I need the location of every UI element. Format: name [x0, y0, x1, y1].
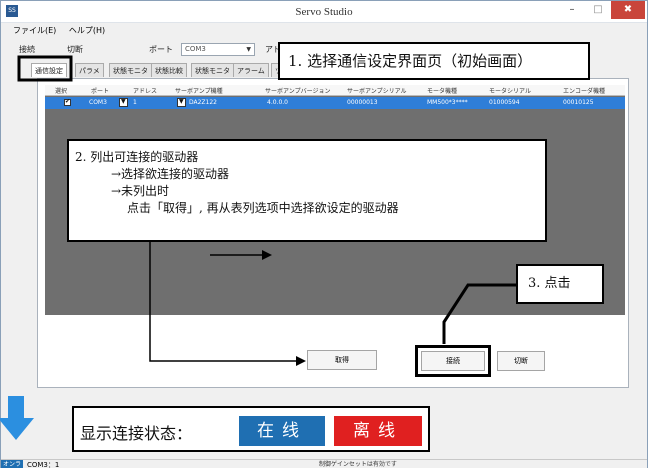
close-button[interactable]: ✖ — [611, 1, 645, 19]
cell-motor-model: MM500*3**** — [427, 99, 468, 106]
col-amp-serial: サーボアンプシリアル — [347, 88, 407, 95]
toolbar-connect-button[interactable]: 接続 — [19, 44, 35, 55]
step2-line1: →选择欲连接的驱动器 — [111, 167, 230, 181]
menu-bar: ファイル(E) ヘルプ(H) — [13, 25, 115, 39]
step2-line3: 点击「取得」, 再从表列选项中选择欲设定的驱动器 — [127, 201, 399, 215]
col-encoder-model: エンコーダ機種 — [563, 88, 606, 95]
status-message: 制御ゲインセットは有効です — [319, 461, 397, 468]
acquire-button[interactable]: 取得 — [307, 350, 377, 370]
title-bar: SS Servo Studio – □ ✖ — [1, 1, 647, 23]
chevron-down-icon: ▼ — [246, 46, 251, 53]
status-port: COM3：1 — [27, 461, 60, 468]
cell-motor-serial: 01000594 — [489, 99, 520, 106]
step2-line2: →未列出时 — [111, 184, 170, 198]
port-select[interactable]: COM3 ▼ — [181, 43, 255, 56]
minimize-button[interactable]: – — [559, 1, 585, 19]
table-row[interactable]: COM3 1 DA2Z122 4.0.0.0 00000013 MM500*3*… — [45, 97, 625, 109]
cell-address: 1 — [133, 99, 137, 106]
col-select: 選択 — [55, 88, 68, 95]
grid-header: 選択 ポート アドレス サーボアンプ機種 サーボアンプバージョン サーボアンプシ… — [45, 85, 625, 96]
step2-title: 2. 列出可连接的驱动器 — [75, 150, 199, 164]
menu-help[interactable]: ヘルプ(H) — [69, 25, 105, 36]
callout-step1: 1. 选择通信设定界面页（初始画面） — [278, 42, 590, 80]
tab-status-compare[interactable]: 状態比較 — [151, 63, 187, 77]
callout-step3: 3. 点击 — [516, 264, 604, 304]
tab-communication[interactable]: 通信設定 — [31, 63, 67, 77]
connect-button[interactable]: 接続 — [421, 351, 485, 371]
menu-file[interactable]: ファイル(E) — [13, 25, 56, 36]
cell-encoder-model: 00010125 — [563, 99, 594, 106]
toolbar-port-label: ポート — [149, 45, 173, 54]
cell-amp-serial: 00000013 — [347, 99, 378, 106]
tab-alarm[interactable]: アラーム — [233, 63, 269, 77]
cell-amp-model: DA2Z122 — [189, 99, 217, 106]
maximize-button[interactable]: □ — [585, 1, 611, 19]
disconnect-button[interactable]: 切断 — [497, 351, 545, 371]
connection-status-legend: 显示连接状态： 在线 离线 — [72, 406, 430, 452]
online-status-pill: 在线 — [239, 416, 325, 446]
address-dropdown-icon[interactable] — [177, 98, 186, 107]
status-bar: オンライン COM3：1 制御ゲインセットは有効です — [1, 459, 647, 468]
col-port: ポート — [91, 88, 110, 95]
port-select-value: COM3 — [185, 45, 206, 53]
col-motor-model: モータ機種 — [427, 88, 458, 95]
toolbar-disconnect-button[interactable]: 切断 — [67, 44, 83, 55]
col-amp-version: サーボアンプバージョン — [265, 88, 331, 95]
tab-parameters[interactable]: パラメ — [75, 63, 104, 77]
cell-port: COM3 — [89, 99, 107, 106]
col-motor-serial: モータシリアル — [489, 88, 531, 95]
col-address: アドレス — [133, 88, 158, 95]
tab-status-monitor[interactable]: 状態モニタ — [109, 63, 152, 77]
status-online-badge: オンライン — [1, 460, 23, 468]
tab-status-monitor-2[interactable]: 状態モニタ — [191, 63, 234, 77]
port-dropdown-icon[interactable] — [119, 98, 128, 107]
offline-status-pill: 离线 — [334, 416, 422, 446]
callout-step2: 2. 列出可连接的驱动器 →选择欲连接的驱动器 →未列出时 点击「取得」, 再从… — [67, 139, 547, 242]
cell-amp-version: 4.0.0.0 — [267, 99, 288, 106]
col-amp-model: サーボアンプ機種 — [175, 88, 223, 95]
window-title: Servo Studio — [295, 6, 353, 18]
status-legend-label: 显示连接状态： — [80, 424, 193, 443]
row-select-checkbox[interactable] — [64, 98, 71, 106]
